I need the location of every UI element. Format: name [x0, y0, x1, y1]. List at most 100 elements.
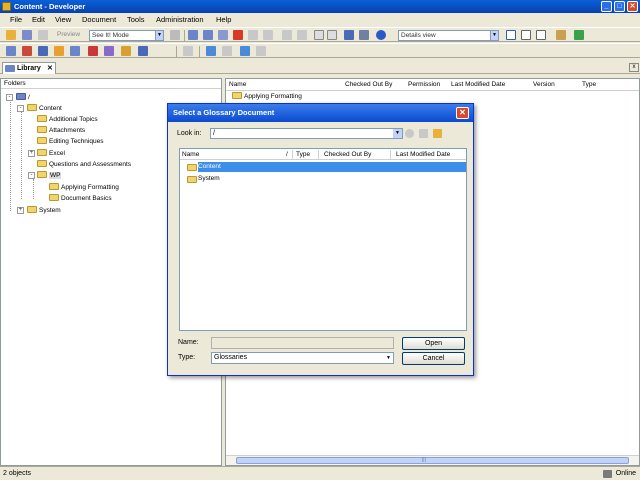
tree-item-editing-techniques[interactable]: Editing Techniques [37, 136, 103, 147]
publish-icon[interactable] [206, 46, 216, 56]
sort-indicator: / [286, 151, 288, 158]
mode-combo[interactable]: See It! Mode ▼ [89, 30, 164, 41]
menu-administration[interactable]: Administration [156, 15, 204, 24]
back-icon[interactable] [405, 129, 414, 138]
save-icon[interactable] [22, 30, 32, 40]
open-button[interactable]: Open [402, 337, 465, 350]
tree-item-attachments[interactable]: Attachments [37, 125, 85, 136]
open-folder-icon[interactable] [6, 30, 16, 40]
window-title: Content - Developer [14, 2, 86, 11]
redo-icon[interactable] [297, 30, 307, 40]
up-folder-icon[interactable] [419, 129, 428, 138]
tree-item-document-basics[interactable]: Document Basics [49, 193, 112, 204]
paste-icon[interactable] [218, 30, 228, 40]
save-all-icon[interactable] [38, 30, 48, 40]
file-row-content[interactable]: Content [180, 162, 466, 172]
close-button[interactable]: ✕ [627, 1, 638, 12]
file-column-type[interactable]: Type [296, 151, 310, 158]
new-role-icon[interactable] [104, 46, 114, 56]
new-package-icon[interactable] [70, 46, 80, 56]
refresh-icon[interactable] [574, 30, 584, 40]
folder-icon [49, 193, 59, 201]
file-row-system[interactable]: System [180, 174, 466, 184]
layout-split-icon[interactable] [521, 30, 531, 40]
toolbar-separator [184, 30, 185, 41]
menu-document[interactable]: Document [82, 15, 116, 24]
layout-columns-icon[interactable] [536, 30, 546, 40]
expand-icon[interactable]: + [28, 150, 35, 157]
menu-edit[interactable]: Edit [32, 15, 45, 24]
check-out-icon[interactable] [256, 46, 266, 56]
filter-icon[interactable] [359, 30, 369, 40]
column-last-modified[interactable]: Last Modified Date [451, 81, 505, 88]
tree-item-additional-topics[interactable]: Additional Topics [37, 114, 98, 125]
new-module-icon[interactable] [6, 46, 16, 56]
folder-icon [37, 170, 47, 178]
horizontal-scrollbar[interactable]: ||| [226, 455, 639, 465]
check-in-icon[interactable] [240, 46, 250, 56]
cut-icon[interactable] [188, 30, 198, 40]
toolbar-separator [176, 46, 177, 57]
type-combo[interactable]: Glossaries ▼ [211, 352, 394, 364]
name-label: Name: [178, 339, 199, 346]
new-question-icon[interactable] [138, 46, 148, 56]
minimize-button[interactable]: _ [601, 1, 612, 12]
file-column-checked-out-by[interactable]: Checked Out By [324, 151, 371, 158]
layout-details-icon[interactable] [506, 30, 516, 40]
undo-icon[interactable] [282, 30, 292, 40]
collapse-icon[interactable]: - [6, 94, 13, 101]
tree-item-questions[interactable]: Questions and Assessments [37, 159, 131, 170]
column-name[interactable]: Name [229, 81, 246, 88]
name-field[interactable] [211, 337, 394, 349]
file-column-last-modified[interactable]: Last Modified Date [396, 151, 450, 158]
cancel-button[interactable]: Cancel [402, 352, 465, 365]
search-icon[interactable] [344, 30, 354, 40]
tree-item-applying-formatting[interactable]: Applying Formatting [49, 182, 119, 193]
column-version[interactable]: Version [533, 81, 555, 88]
column-permission[interactable]: Permission [408, 81, 440, 88]
new-section-icon[interactable] [22, 46, 32, 56]
expand-icon[interactable] [327, 30, 337, 40]
collapse-icon[interactable]: - [17, 105, 24, 112]
link-icon[interactable] [183, 46, 193, 56]
chevron-down-icon: ▼ [155, 31, 163, 40]
folder-icon [37, 159, 47, 167]
menu-view[interactable]: View [55, 15, 71, 24]
folder-icon [37, 125, 47, 133]
delete-icon[interactable] [233, 30, 243, 40]
collapse-icon[interactable] [314, 30, 324, 40]
lookin-combo[interactable]: / ▼ [210, 128, 403, 139]
dialog-close-button[interactable]: ✕ [456, 107, 469, 119]
scrollbar-thumb[interactable] [236, 457, 629, 464]
new-folder-icon[interactable] [433, 129, 442, 138]
new-folder-icon[interactable] [54, 46, 64, 56]
menu-file[interactable]: File [10, 15, 22, 24]
column-checked-out-by[interactable]: Checked Out By [345, 81, 392, 88]
new-topic-icon[interactable] [38, 46, 48, 56]
help-icon[interactable] [376, 30, 386, 40]
close-tab-icon[interactable]: ✕ [47, 63, 53, 74]
copy-icon[interactable] [203, 30, 213, 40]
menu-tools[interactable]: Tools [127, 15, 145, 24]
maximize-button[interactable]: □ [614, 1, 625, 12]
column-divider [292, 150, 293, 159]
properties-icon[interactable] [248, 30, 258, 40]
find-icon[interactable] [263, 30, 273, 40]
file-column-name[interactable]: Name [182, 151, 199, 158]
new-glossary-icon[interactable] [88, 46, 98, 56]
import-icon[interactable] [222, 46, 232, 56]
new-assessment-icon[interactable] [121, 46, 131, 56]
menu-help[interactable]: Help [216, 15, 231, 24]
collapse-icon[interactable]: - [28, 172, 35, 179]
tree-item-label: / [28, 94, 30, 101]
column-type[interactable]: Type [582, 81, 596, 88]
print-icon[interactable] [170, 30, 180, 40]
preview-button[interactable]: Preview [57, 31, 80, 38]
tab-library[interactable]: Library ✕ [2, 62, 56, 74]
table-row[interactable]: Applying Formatting [232, 92, 302, 100]
open-window-icon[interactable] [556, 30, 566, 40]
close-all-tabs-button[interactable]: x [629, 63, 639, 72]
view-combo[interactable]: Details view ▼ [398, 30, 499, 41]
tab-library-label: Library [17, 65, 41, 72]
expand-icon[interactable]: + [17, 207, 24, 214]
